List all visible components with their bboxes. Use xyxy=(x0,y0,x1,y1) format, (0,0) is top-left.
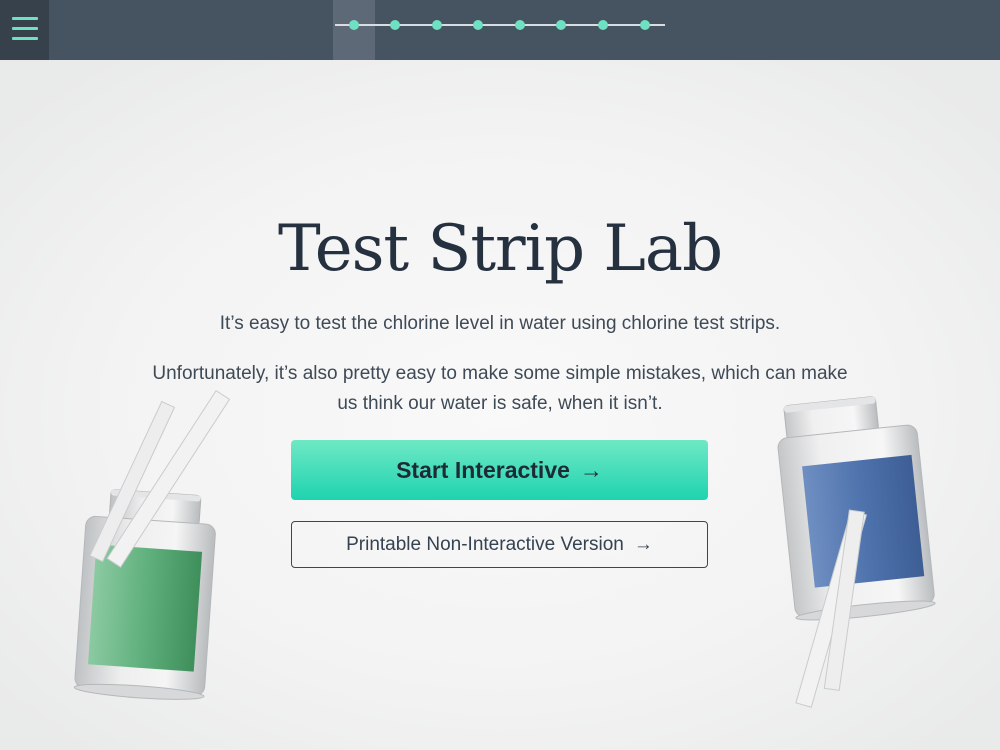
step-dot-8[interactable] xyxy=(640,20,650,30)
page-title: Test Strip Lab xyxy=(277,212,723,286)
blue-bottle-illustration xyxy=(777,396,936,708)
step-dot-5[interactable] xyxy=(515,20,525,30)
top-bar xyxy=(0,0,1000,60)
arrow-right-icon: → xyxy=(579,456,603,483)
start-interactive-label: Start Interactive xyxy=(396,456,570,483)
start-interactive-button[interactable]: Start Interactive → xyxy=(291,440,708,500)
step-dot-3[interactable] xyxy=(432,20,442,30)
step-dot-7[interactable] xyxy=(598,20,608,30)
progress-line xyxy=(335,24,665,26)
step-dot-4[interactable] xyxy=(473,20,483,30)
step-dot-6[interactable] xyxy=(556,20,566,30)
printable-version-button[interactable]: Printable Non-Interactive Version → xyxy=(291,521,708,568)
step-dot-2[interactable] xyxy=(390,20,400,30)
arrow-right-icon: → xyxy=(633,533,653,555)
current-step-highlight xyxy=(333,0,375,60)
progress-steps xyxy=(333,0,673,60)
step-dot-1[interactable] xyxy=(349,20,359,30)
warning-paragraph: Unfortunately, it’s also pretty easy to … xyxy=(152,363,848,414)
intro-paragraph: It’s easy to test the chlorine level in … xyxy=(219,313,781,334)
menu-button[interactable] xyxy=(0,0,49,60)
green-bottle-illustration xyxy=(73,389,230,700)
printable-version-label: Printable Non-Interactive Version xyxy=(346,533,624,555)
